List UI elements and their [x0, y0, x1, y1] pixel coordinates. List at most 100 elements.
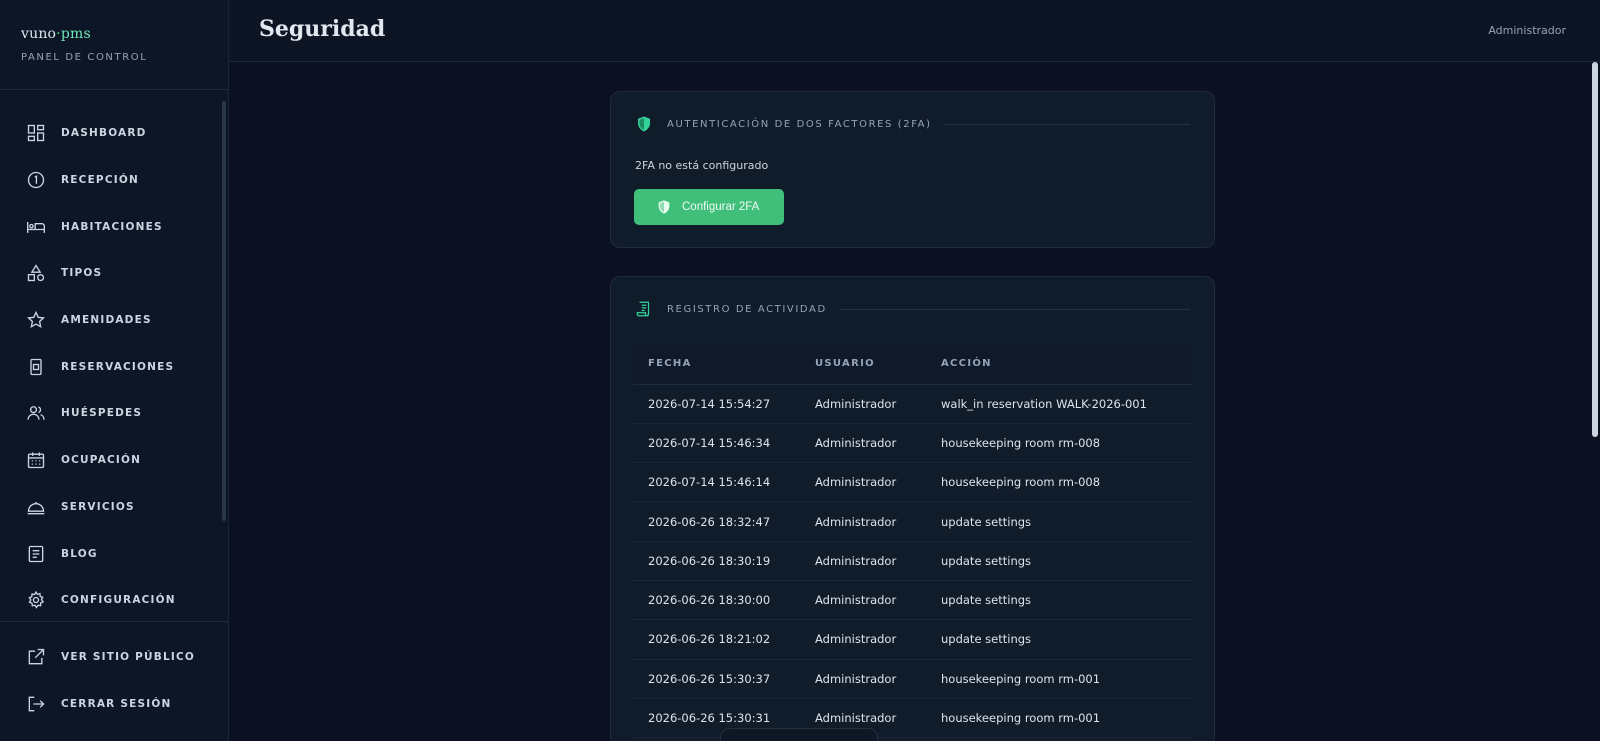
configure-2fa-label: Configurar 2FA — [682, 201, 760, 213]
twofa-card-header: AUTENTICACIÓN DE DOS FACTORES (2FA) — [635, 114, 1190, 134]
sidebar-item-tipos[interactable]: TIPOS — [0, 250, 222, 297]
sidebar-bottom: VER SITIO PÚBLICO CERRAR SESIÓN — [0, 634, 222, 727]
sidebar-item-servicios[interactable]: SERVICIOS — [0, 484, 222, 531]
sidebar: vuno·pms PANEL DE CONTROL DASHBOARD RECE… — [0, 0, 229, 741]
user-menu[interactable]: Administrador — [1488, 24, 1566, 37]
column-header-accion[interactable]: ACCIÓN — [941, 344, 1192, 385]
star-icon — [26, 311, 46, 329]
table-row: 2026-06-26 15:30:31 Administrador housekee… — [633, 698, 1192, 739]
cell-fecha: 2026-06-26 18:21:02 — [633, 619, 815, 660]
cell-usuario: Administrador — [815, 619, 941, 660]
external-link-icon — [28, 649, 45, 665]
cell-fecha: 2026-07-14 15:46:14 — [633, 462, 815, 503]
cell-accion: housekeeping room rm-001 — [941, 698, 1192, 739]
dashboard-icon — [27, 125, 45, 142]
cell-usuario: Administrador — [815, 659, 941, 699]
activity-log-card: REGISTRO DE ACTIVIDAD FECHA USUARIO ACCI… — [610, 276, 1215, 741]
sidebar-item-reservaciones[interactable]: RESERVACIONES — [0, 343, 222, 390]
floating-toolbar[interactable] — [720, 728, 878, 741]
brand-logo-main: vuno — [21, 26, 57, 42]
cell-fecha: 2026-06-26 18:32:47 — [633, 501, 815, 542]
shield-icon — [658, 200, 670, 214]
sidebar-divider — [0, 89, 229, 90]
sidebar-item-huespedes[interactable]: HUÉSPEDES — [0, 390, 222, 437]
reception-icon — [27, 171, 45, 189]
table-row: 2026-06-26 18:32:47 Administrador update s… — [633, 501, 1192, 542]
cell-fecha: 2026-06-26 18:30:19 — [633, 541, 815, 581]
sidebar-item-dashboard[interactable]: DASHBOARD — [0, 110, 222, 157]
table-row: 2026-07-14 15:54:27 Administrador walk_in … — [633, 384, 1192, 424]
table-header-row: FECHA USUARIO ACCIÓN — [633, 344, 1192, 385]
table-row: 2026-06-26 18:30:00 Administrador update s… — [633, 580, 1192, 621]
table-row: 2026-06-26 18:30:19 Administrador update s… — [633, 541, 1192, 581]
twofa-card: AUTENTICACIÓN DE DOS FACTORES (2FA) 2FA … — [610, 91, 1215, 248]
activity-table: FECHA USUARIO ACCIÓN 2026-07-14 15:54:27… — [633, 344, 1192, 739]
cell-usuario: Administrador — [815, 501, 941, 542]
service-bell-icon — [27, 501, 45, 515]
sidebar-item-label: AMENIDADES — [61, 314, 152, 327]
sidebar-item-label: OCUPACIÓN — [61, 454, 142, 467]
main-scrollbar-thumb[interactable] — [1592, 62, 1598, 437]
activity-card-title: REGISTRO DE ACTIVIDAD — [667, 303, 827, 315]
sidebar-nav: DASHBOARD RECEPCIÓN HABITACIONES TIPOS A… — [0, 110, 222, 624]
sidebar-scrollbar-thumb[interactable] — [222, 101, 226, 521]
sidebar-scrollbar[interactable] — [221, 93, 227, 613]
activity-card-divider — [838, 308, 1190, 310]
sidebar-item-label: RECEPCIÓN — [61, 174, 139, 187]
cell-usuario: Administrador — [815, 541, 941, 581]
column-header-usuario[interactable]: USUARIO — [815, 344, 941, 385]
sidebar-item-ocupacion[interactable]: OCUPACIÓN — [0, 437, 222, 484]
sidebar-item-blog[interactable]: BLOG — [0, 530, 222, 577]
page-title: Seguridad — [259, 16, 386, 42]
brand: vuno·pms PANEL DE CONTROL — [21, 26, 147, 63]
table-row: 2026-06-26 15:30:37 Administrador housekee… — [633, 659, 1192, 699]
sidebar-divider — [0, 621, 229, 622]
brand-logo[interactable]: vuno·pms — [21, 26, 147, 42]
configure-2fa-button[interactable]: Configurar 2FA — [634, 189, 784, 225]
main-scrollbar[interactable] — [1590, 62, 1600, 741]
receipt-icon — [636, 301, 650, 317]
table-row: 2026-07-14 15:46:34 Administrador housekee… — [633, 423, 1192, 464]
twofa-card-divider — [943, 123, 1190, 125]
cell-fecha: 2026-06-26 18:30:00 — [633, 580, 815, 621]
activity-card-header: REGISTRO DE ACTIVIDAD — [635, 299, 1190, 319]
bed-icon — [27, 221, 45, 233]
sidebar-item-label: DASHBOARD — [61, 127, 147, 140]
cell-usuario: Administrador — [815, 423, 941, 464]
sidebar-item-label: HUÉSPEDES — [61, 407, 143, 420]
sidebar-item-label: VER SITIO PÚBLICO — [61, 651, 196, 664]
sidebar-item-habitaciones[interactable]: HABITACIONES — [0, 203, 222, 250]
logout-icon — [28, 696, 45, 712]
cell-accion: housekeeping room rm-008 — [941, 423, 1192, 464]
cell-accion: housekeeping room rm-001 — [941, 659, 1192, 699]
column-header-fecha[interactable]: FECHA — [633, 344, 815, 385]
brand-logo-pms: pms — [60, 26, 91, 42]
sidebar-item-configuracion[interactable]: CONFIGURACIÓN — [0, 577, 222, 624]
sidebar-item-label: HABITACIONES — [61, 220, 163, 233]
cell-usuario: Administrador — [815, 462, 941, 503]
sidebar-item-label: BLOG — [61, 547, 98, 560]
users-icon — [27, 406, 45, 421]
reservation-icon — [30, 358, 42, 375]
sidebar-item-label: CONFIGURACIÓN — [61, 594, 176, 607]
sidebar-item-recepcion[interactable]: RECEPCIÓN — [0, 157, 222, 204]
sidebar-item-ver-sitio-publico[interactable]: VER SITIO PÚBLICO — [0, 634, 222, 681]
table-row: 2026-06-26 18:21:02 Administrador update s… — [633, 619, 1192, 660]
cell-accion: housekeeping room rm-008 — [941, 462, 1192, 503]
cell-usuario: Administrador — [815, 384, 941, 424]
table-row: 2026-07-14 15:46:14 Administrador housekee… — [633, 462, 1192, 503]
calendar-icon — [27, 452, 45, 469]
cell-accion: walk_in reservation WALK-2026-001 — [941, 384, 1192, 424]
sidebar-item-label: RESERVACIONES — [61, 360, 175, 373]
shield-check-icon — [638, 116, 650, 132]
cell-accion: update settings — [941, 619, 1192, 660]
cell-usuario: Administrador — [815, 580, 941, 621]
top-header: Seguridad Administrador — [229, 0, 1600, 62]
shapes-icon — [27, 264, 45, 282]
sidebar-item-amenidades[interactable]: AMENIDADES — [0, 297, 222, 344]
sidebar-item-label: SERVICIOS — [61, 500, 135, 513]
twofa-status: 2FA no está configurado — [635, 159, 769, 172]
sidebar-item-cerrar-sesion[interactable]: CERRAR SESIÓN — [0, 681, 222, 728]
cell-fecha: 2026-07-14 15:54:27 — [633, 384, 815, 424]
cell-fecha: 2026-07-14 15:46:34 — [633, 423, 815, 464]
